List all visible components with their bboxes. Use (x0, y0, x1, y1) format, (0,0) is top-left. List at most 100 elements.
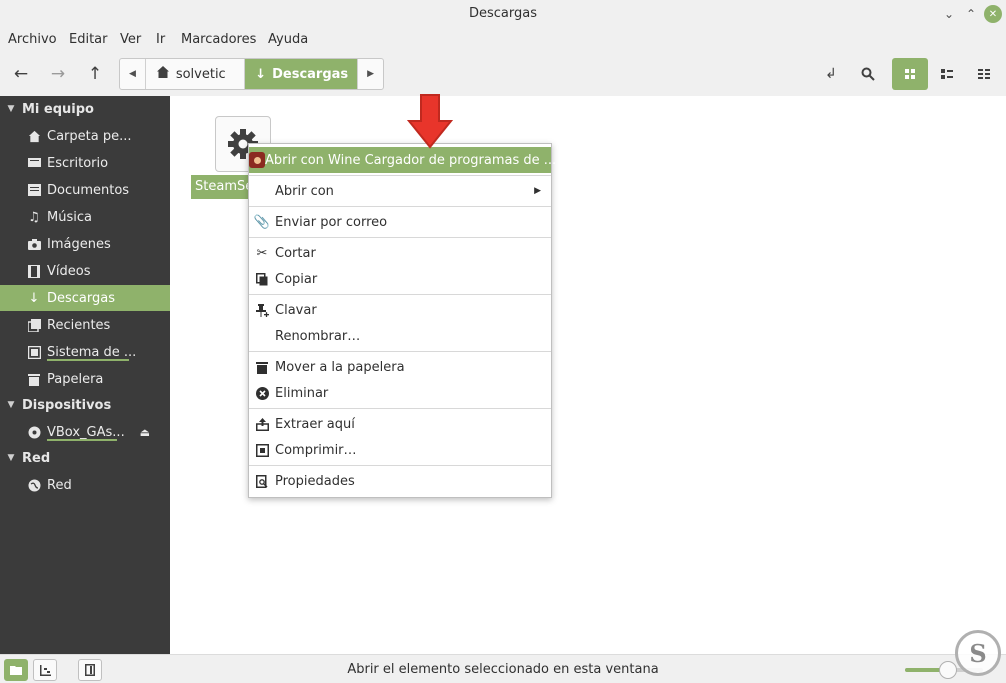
home-icon (156, 65, 170, 83)
menu-archivo[interactable]: Archivo (8, 32, 57, 47)
menu-item-extract-here[interactable]: Extraer aquí (249, 411, 551, 437)
sidebar-item-label: Imágenes (47, 236, 111, 252)
menu-item-label: Cortar (275, 245, 316, 261)
menu-item-rename[interactable]: Renombrar… (249, 323, 551, 349)
drive-icon (24, 345, 44, 359)
download-icon: ↓ (28, 290, 40, 306)
breadcrumb: ◀ solvetic ↓ Descargas ▶ (119, 58, 384, 90)
sidebar-item-label: Recientes (47, 317, 111, 333)
compress-icon (249, 443, 275, 457)
toolbar: ← → ↑ ◀ solvetic ↓ Descargas ▶ ↲ (0, 52, 1006, 96)
forward-icon[interactable]: → (42, 58, 74, 90)
window-title: Descargas (468, 6, 537, 21)
menu-item-label: Propiedades (275, 473, 355, 489)
sidebar-item-recientes[interactable]: Recientes (0, 312, 170, 338)
sidebar-item-label: Carpeta pe... (47, 128, 132, 144)
menu-item-properties[interactable]: Propiedades (249, 468, 551, 494)
sidebar-item-label: VBox_GAs... (47, 424, 125, 440)
back-icon[interactable]: ← (5, 58, 37, 90)
sidebar-item-musica[interactable]: ♫ Música (0, 204, 170, 230)
breadcrumb-current[interactable]: ↓ Descargas (245, 59, 358, 89)
menu-item-pin[interactable]: Clavar (249, 297, 551, 323)
home-icon (24, 130, 44, 143)
compact-view-icon[interactable] (966, 58, 1002, 90)
usage-bar (47, 439, 117, 441)
sidebar-item-imagenes[interactable]: Imágenes (0, 231, 170, 257)
menu-item-label: Mover a la papelera (275, 359, 405, 375)
sidebar-item-sistema-de-archivos[interactable]: Sistema de ... (0, 339, 170, 365)
maximize-icon[interactable]: ⌃ (962, 5, 980, 23)
sidebar-section-red[interactable]: ▼ Red (0, 448, 170, 468)
submenu-arrow-icon: ▶ (534, 186, 541, 196)
breadcrumb-right-icon[interactable]: ▶ (357, 59, 383, 89)
close-icon[interactable]: ✕ (984, 5, 1002, 23)
sidebar-item-red[interactable]: Red (0, 472, 170, 498)
sidebar-item-vbox[interactable]: VBox_GAs... ⏏ (0, 419, 170, 445)
menu-item-label: Abrir con (275, 183, 334, 199)
zoom-slider-handle[interactable] (938, 661, 957, 679)
search-icon[interactable] (852, 58, 884, 90)
file-name-label[interactable]: SteamSetup.exe (191, 175, 253, 199)
wine-icon (249, 152, 265, 168)
icon-view-icon[interactable] (892, 58, 928, 90)
menu-item-label: Comprimir… (275, 442, 357, 458)
menu-editar[interactable]: Editar (69, 32, 108, 47)
breadcrumb-left-icon[interactable]: ◀ (120, 59, 146, 89)
scissors-icon: ✂ (256, 245, 268, 261)
sidebar-section-title: Red (22, 450, 51, 466)
sidebar-item-escritorio[interactable]: Escritorio (0, 150, 170, 176)
menu-item-copy[interactable]: Copiar (249, 266, 551, 292)
menu-item-open-with-wine[interactable]: Abrir con Wine Cargador de programas de … (249, 147, 556, 173)
sidebar: ▼ Mi equipo Carpeta pe... Escritorio Doc… (0, 96, 170, 654)
menu-bar: Archivo Editar Ver Ir Marcadores Ayuda (0, 28, 1006, 52)
menu-ver[interactable]: Ver (120, 32, 141, 47)
breadcrumb-home[interactable]: solvetic (146, 59, 246, 89)
sidebar-item-label: Música (47, 209, 92, 225)
menu-item-cut[interactable]: ✂ Cortar (249, 240, 551, 266)
menu-item-delete[interactable]: Eliminar (249, 380, 551, 406)
sidebar-item-label: Sistema de ... (47, 344, 137, 360)
menu-item-compress[interactable]: Comprimir… (249, 437, 551, 463)
menu-ayuda[interactable]: Ayuda (268, 32, 308, 47)
copy-icon (249, 272, 275, 286)
up-icon[interactable]: ↑ (79, 58, 111, 90)
documents-icon (24, 184, 44, 196)
menu-item-send-mail[interactable]: 📎 Enviar por correo (249, 209, 551, 235)
list-view-icon[interactable] (929, 58, 965, 90)
minimize-icon[interactable]: ⌄ (940, 5, 958, 23)
separator (249, 237, 551, 238)
sidebar-item-label: Vídeos (47, 263, 91, 279)
menu-item-open-with[interactable]: Abrir con ▶ (249, 178, 551, 204)
sidebar-section-dispositivos[interactable]: ▼ Dispositivos (0, 395, 170, 415)
sidebar-section-mi-equipo[interactable]: ▼ Mi equipo (0, 99, 170, 119)
menu-item-label: Abrir con Wine Cargador de programas de … (265, 152, 557, 168)
sidebar-item-label: Escritorio (47, 155, 109, 171)
sidebar-item-carpeta-personal[interactable]: Carpeta pe... (0, 123, 170, 149)
menu-item-label: Extraer aquí (275, 416, 355, 432)
usage-bar (47, 359, 129, 361)
context-menu: Abrir con Wine Cargador de programas de … (248, 143, 556, 498)
sidebar-item-descargas[interactable]: ↓ Descargas (0, 285, 170, 311)
watermark-logo: S (955, 630, 1001, 676)
menu-marcadores[interactable]: Marcadores (181, 32, 256, 47)
toggle-location-icon[interactable]: ↲ (815, 58, 847, 90)
expand-triangle-icon: ▼ (7, 400, 15, 410)
network-icon (24, 479, 44, 492)
sidebar-item-label: Red (47, 477, 72, 493)
sidebar-item-videos[interactable]: Vídeos (0, 258, 170, 284)
menu-item-label: Clavar (275, 302, 317, 318)
menu-ir[interactable]: Ir (156, 32, 165, 47)
sidebar-item-label: Descargas (47, 290, 116, 306)
camera-icon (24, 238, 44, 250)
expand-triangle-icon: ▼ (7, 104, 15, 114)
expand-triangle-icon: ▼ (7, 453, 15, 463)
status-text: Abrir el elemento seleccionado en esta v… (347, 662, 659, 677)
status-bar: Abrir el elemento seleccionado en esta v… (0, 654, 1006, 683)
sidebar-section-title: Mi equipo (22, 101, 94, 117)
separator (249, 408, 551, 409)
separator (249, 294, 551, 295)
eject-icon[interactable]: ⏏ (140, 426, 150, 439)
sidebar-item-papelera[interactable]: Papelera (0, 366, 170, 392)
sidebar-item-documentos[interactable]: Documentos (0, 177, 170, 203)
menu-item-move-to-trash[interactable]: Mover a la papelera (249, 354, 551, 380)
